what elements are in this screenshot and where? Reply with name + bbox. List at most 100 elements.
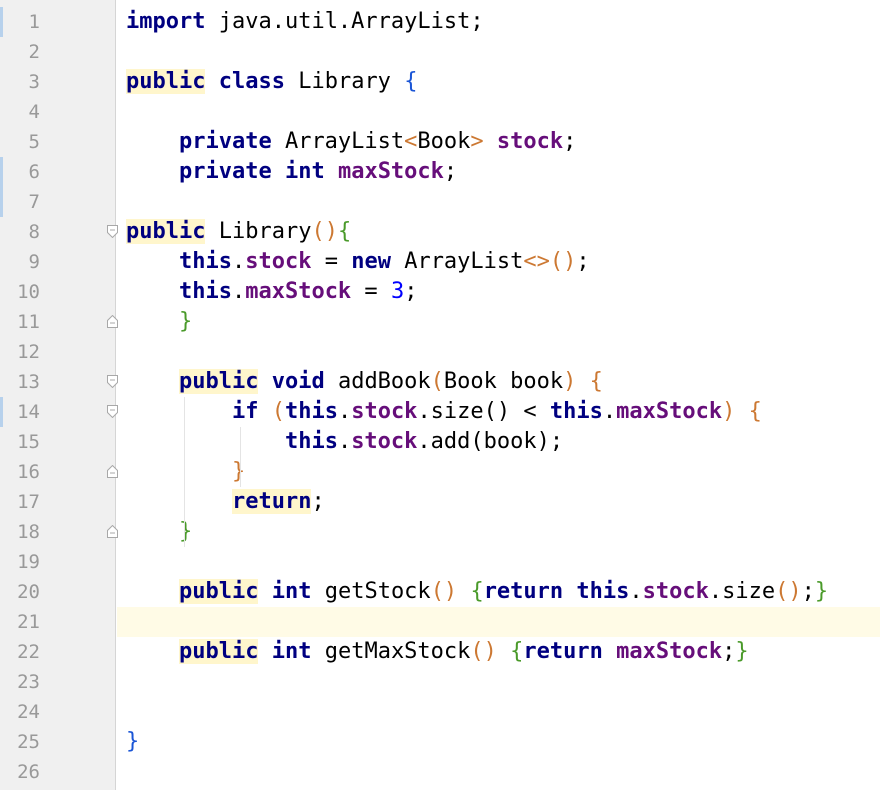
field-name: stock (642, 579, 709, 604)
code-editor[interactable]: 1 2 3 4 5 6 7 8 9 10 11 12 13 14 15 16 17 18 19 20 21 22 23 24 2… (0, 0, 880, 790)
code-line[interactable]: return; (126, 487, 325, 517)
line-number: 11 (17, 311, 40, 333)
code-text: . (337, 429, 352, 454)
bracket: () (430, 579, 458, 604)
code-line[interactable]: } (126, 457, 245, 487)
line-number: 10 (17, 281, 40, 303)
keyword: int (284, 159, 325, 184)
code-text: Book book (443, 369, 564, 394)
code-text: . (629, 579, 643, 604)
code-line[interactable]: import java.util.ArrayList; (126, 7, 484, 37)
line-number: 21 (17, 611, 40, 633)
keyword: this (284, 429, 338, 454)
bracket: () (549, 249, 577, 274)
code-text: java.util.ArrayList; (205, 9, 484, 34)
line-number: 6 (28, 161, 40, 183)
line-number: 13 (17, 371, 40, 393)
code-line[interactable]: this.stock.add(book); (126, 427, 563, 457)
field-name: maxStock (337, 159, 444, 184)
fold-end-icon[interactable] (107, 465, 118, 478)
code-line[interactable]: public void addBook(Book book) { (126, 367, 603, 397)
keyword: this (178, 279, 232, 304)
code-line[interactable]: public int getMaxStock() {return maxStoc… (126, 637, 749, 667)
bracket: () (311, 219, 338, 244)
bracket: } (178, 309, 193, 334)
change-marker (0, 397, 3, 427)
fold-end-icon[interactable] (107, 315, 118, 328)
line-number: 1 (28, 11, 40, 33)
code-text: ArrayList (390, 249, 524, 274)
bracket: { (748, 399, 762, 424)
code-line[interactable]: public Library(){ (126, 217, 351, 247)
code-line[interactable]: } (126, 727, 139, 757)
keyword-highlighted: public (126, 69, 206, 94)
line-number: 17 (17, 491, 40, 513)
code-text: ; (576, 249, 590, 274)
code-line[interactable]: private int maxStock; (126, 157, 457, 187)
line-number-gutter[interactable]: 1 2 3 4 5 6 7 8 9 10 11 12 13 14 15 16 17 18 19 20 21 22 23 24 2… (0, 0, 116, 790)
code-line[interactable]: private ArrayList<Book> stock; (126, 127, 576, 157)
indent-guide (184, 397, 185, 547)
code-line[interactable]: this.maxStock = 3; (126, 277, 417, 307)
keyword: this (178, 249, 232, 274)
line-number: 20 (17, 581, 40, 603)
bracket: ( (470, 429, 484, 454)
code-text: getStock (311, 579, 431, 604)
code-line[interactable]: public class Library { (126, 67, 417, 97)
bracket: { (470, 579, 484, 604)
fold-collapse-icon[interactable] (107, 375, 118, 388)
bracket: () (775, 579, 802, 604)
code-line[interactable]: } (126, 307, 192, 337)
field-name: stock (351, 429, 418, 454)
line-number: 24 (17, 701, 40, 723)
code-line[interactable]: if (this.stock.size() < this.maxStock) { (126, 397, 762, 427)
line-number: 23 (17, 671, 40, 693)
bracket: ) (563, 369, 577, 394)
code-line[interactable]: public int getStock() {return this.stock… (126, 577, 828, 607)
fold-collapse-icon[interactable] (107, 225, 118, 238)
keyword: class (218, 69, 285, 94)
bracket: { (404, 69, 418, 94)
code-text: = (311, 249, 352, 274)
line-number: 25 (17, 731, 40, 753)
code-text: ; (563, 129, 577, 154)
code-text: Book (417, 129, 471, 154)
code-line[interactable]: } (126, 517, 192, 547)
keyword: this (576, 579, 630, 604)
line-number: 15 (17, 431, 40, 453)
fold-collapse-icon[interactable] (107, 405, 118, 418)
field-name: maxStock (245, 279, 352, 304)
bracket: { (589, 369, 603, 394)
bracket: < (404, 129, 418, 154)
line-number: 7 (28, 191, 40, 213)
code-text: ; (549, 429, 564, 454)
keyword: return (483, 579, 564, 604)
fold-end-icon[interactable] (107, 525, 118, 538)
code-line[interactable]: this.stock = new ArrayList<>(); (126, 247, 590, 277)
field-name: stock (245, 249, 312, 274)
keyword: int (271, 639, 312, 664)
code-text: ; (311, 489, 325, 514)
code-text: addBook (324, 369, 431, 394)
field-name: maxStock (616, 399, 723, 424)
